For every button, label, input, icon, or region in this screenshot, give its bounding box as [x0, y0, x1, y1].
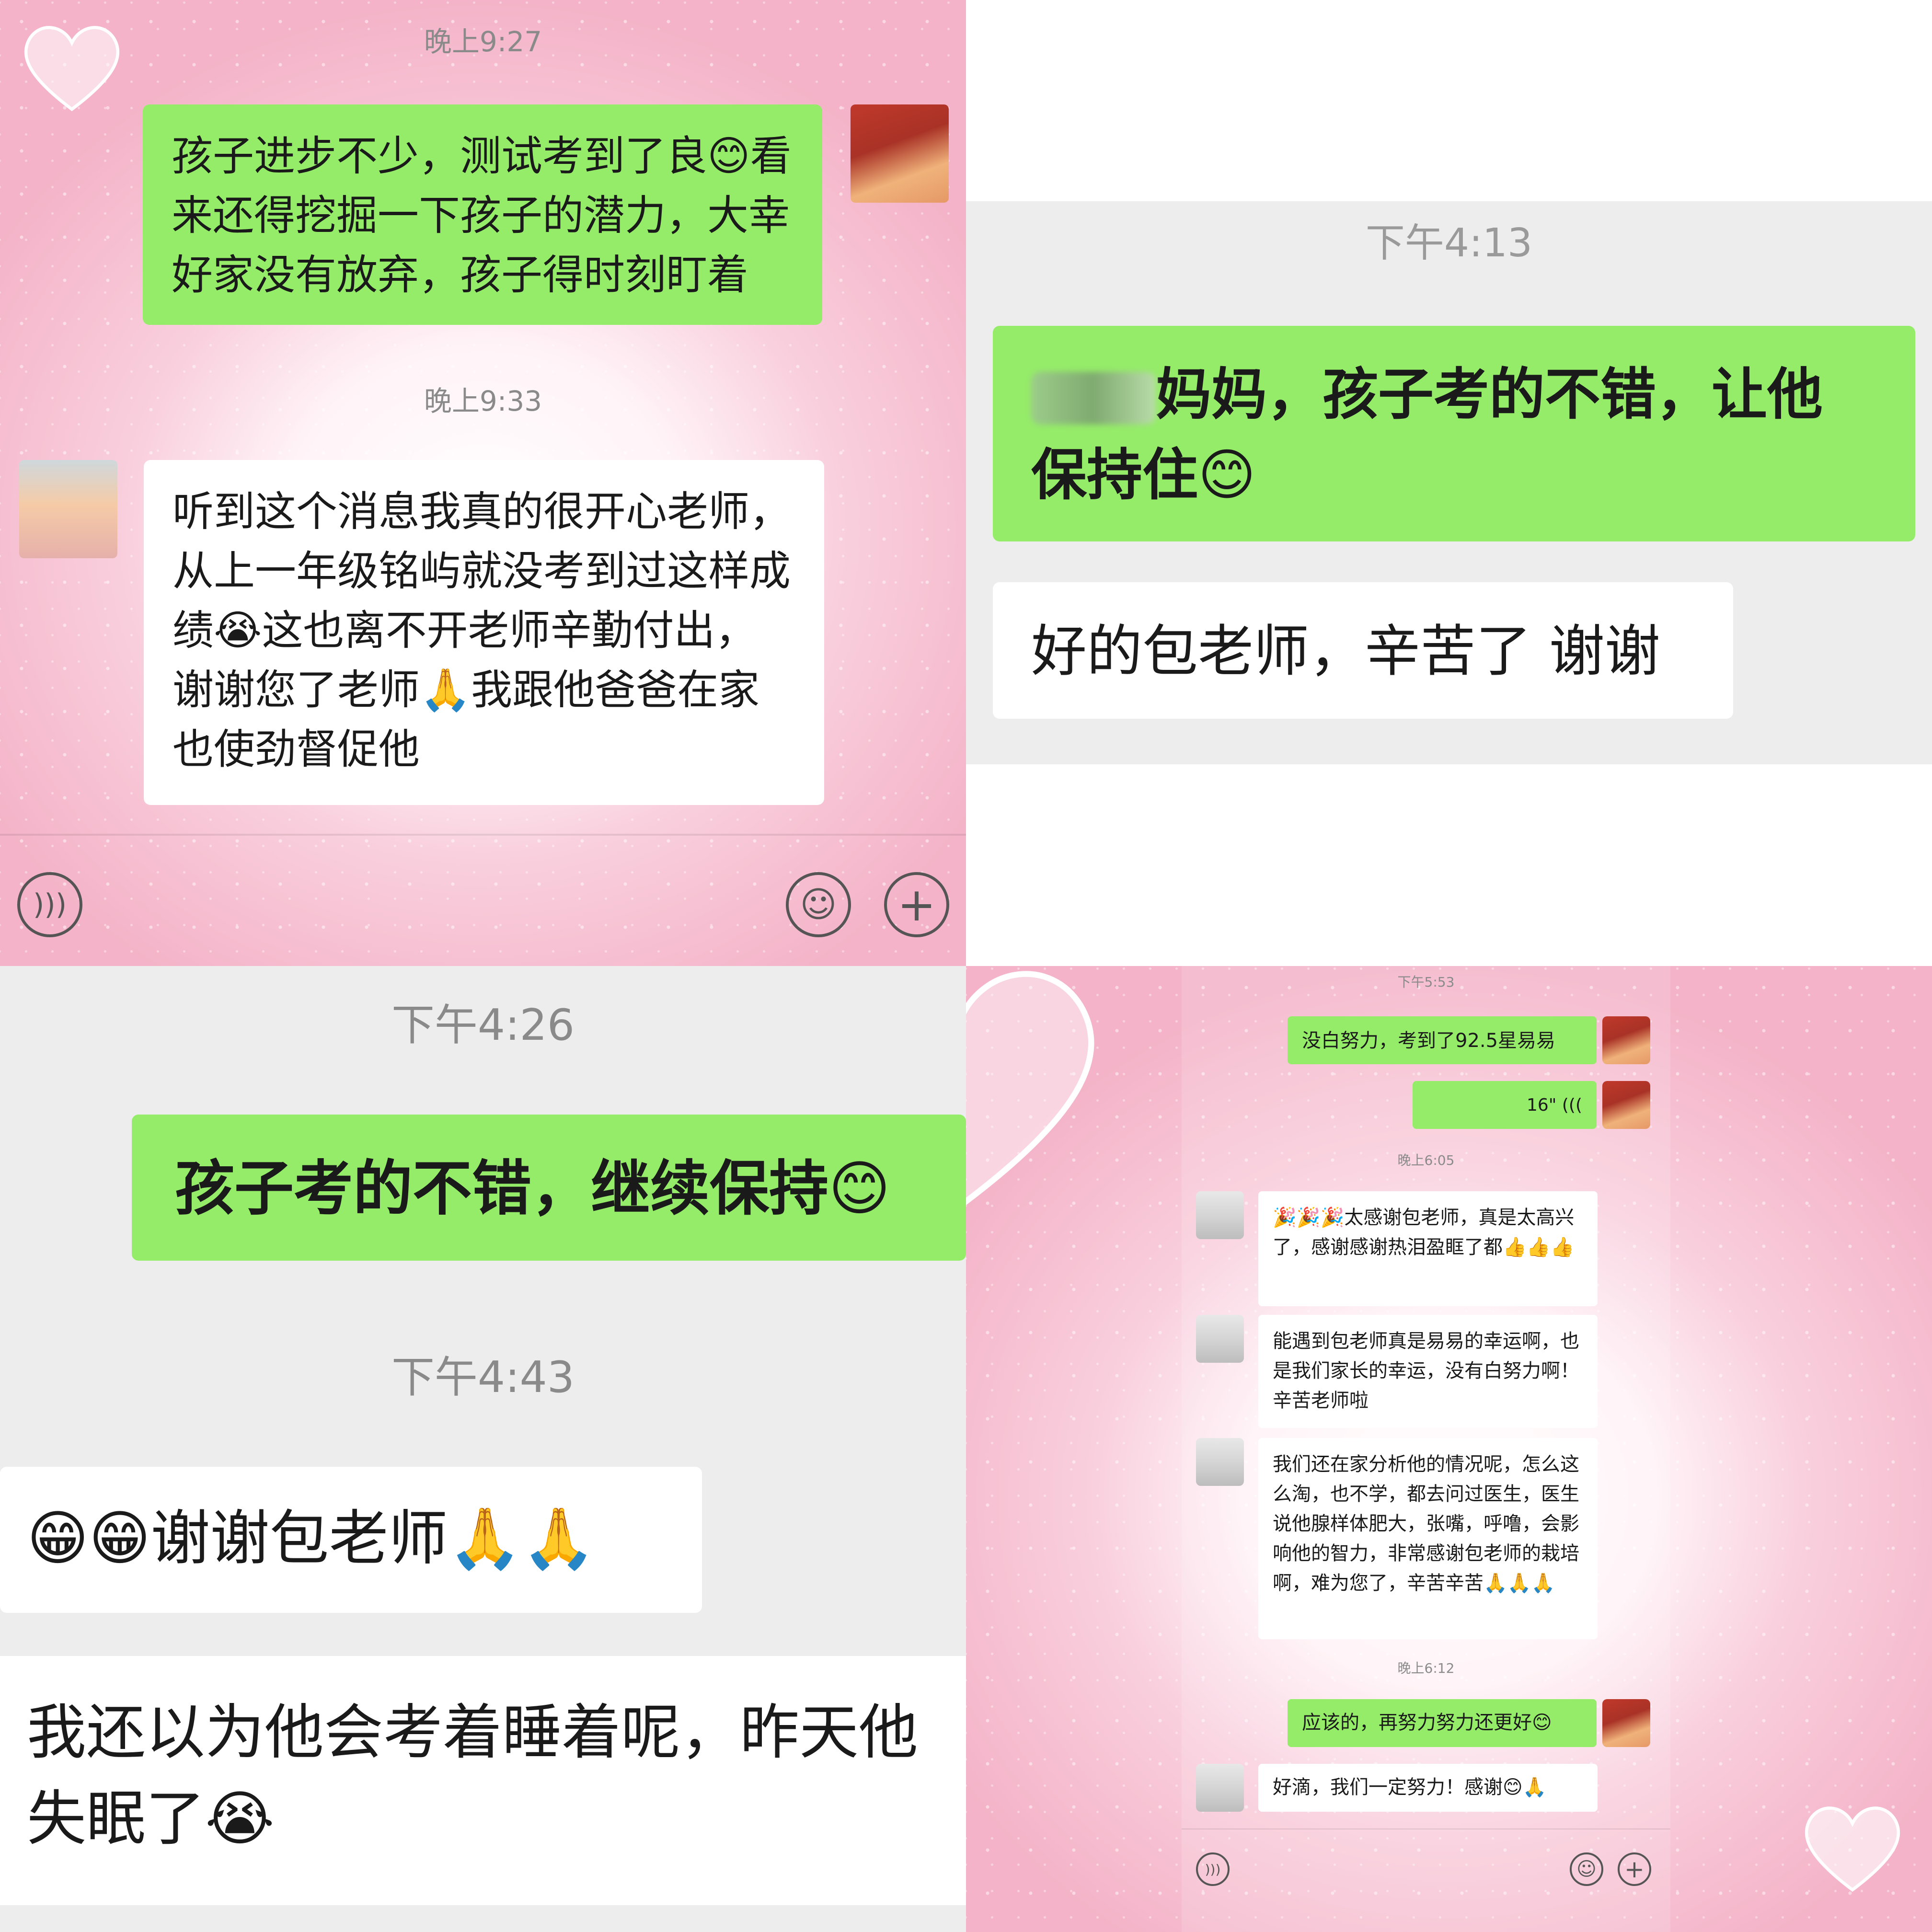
parent-message-bubble[interactable]: 🎉🎉🎉太感谢包老师，真是太高兴了，感谢感谢热泪盈眶了都👍👍👍 — [1258, 1191, 1598, 1306]
message-text: 好滴，我们一定努力！感谢😊🙏 — [1273, 1776, 1547, 1798]
plus-icon[interactable]: + — [1618, 1852, 1651, 1886]
voice-icon[interactable]: ))) — [1196, 1852, 1230, 1886]
message-text: 好的包老师，辛苦了 谢谢 — [1031, 619, 1660, 684]
teacher-message-bubble[interactable]: 应该的，再努力努力还更好😊 — [1288, 1699, 1597, 1747]
chat-panel-3: 下午4:26 孩子考的不错，继续保持😊 下午4:43 😁😁谢谢包老师🙏🙏 我还以… — [0, 966, 966, 1932]
parent-message-bubble[interactable]: 我还以为他会考着睡着呢，昨天他失眠了😭 — [0, 1656, 966, 1905]
message-text: 应该的，再努力努力还更好😊 — [1302, 1712, 1552, 1734]
message-text: 没白努力，考到了92.5星易易 — [1302, 1030, 1556, 1052]
emoji-icon[interactable]: ☺ — [786, 872, 851, 937]
parent-message-bubble[interactable]: 好的包老师，辛苦了 谢谢 — [993, 582, 1733, 719]
message-text: 听到这个消息我真的很开心老师，从上一年级铭屿就没考到过这样成绩😭这也离不开老师辛… — [172, 488, 791, 773]
parent-avatar[interactable] — [1196, 1438, 1244, 1486]
plus-icon[interactable]: + — [884, 872, 949, 937]
message-text: 😁😁谢谢包老师🙏🙏 — [27, 1504, 596, 1573]
heart-decoration-icon — [966, 971, 1094, 1206]
parent-avatar[interactable] — [1196, 1764, 1244, 1812]
parent-message-bubble[interactable]: 好滴，我们一定努力！感谢😊🙏 — [1258, 1764, 1598, 1812]
teacher-avatar[interactable] — [851, 104, 949, 203]
teacher-avatar[interactable] — [1602, 1081, 1650, 1129]
chat-panel-1: 晚上9:27 孩子进步不少，测试考到了良😊看来还得挖掘一下孩子的潜力，大幸好家没… — [0, 0, 966, 966]
voice-icon[interactable]: ))) — [17, 872, 82, 937]
timestamp: 晚上6:05 — [1397, 1152, 1455, 1168]
input-bar — [1182, 1828, 1670, 1829]
voice-wave-icon: ((( — [1562, 1095, 1582, 1115]
teacher-message-bubble[interactable]: 没白努力，考到了92.5星易易 — [1288, 1016, 1597, 1064]
voice-duration: 16" — [1527, 1095, 1557, 1115]
voice-message-bubble[interactable]: 16" ((( — [1413, 1081, 1597, 1129]
teacher-avatar[interactable] — [1602, 1699, 1650, 1747]
message-text: 孩子考的不错，继续保持😊 — [175, 1154, 891, 1223]
teacher-avatar[interactable] — [1602, 1016, 1650, 1064]
emoji-icon[interactable]: ☺ — [1570, 1852, 1603, 1886]
teacher-message-bubble[interactable]: 孩子进步不少，测试考到了良😊看来还得挖掘一下孩子的潜力，大幸好家没有放弃，孩子得… — [143, 104, 822, 325]
teacher-message-bubble[interactable]: 妈妈，孩子考的不错，让他保持住😊 — [993, 326, 1915, 541]
message-text: 我们还在家分析他的情况呢，怎么这么淘，也不学，都去问过医生，医生说他腺样体肥大，… — [1273, 1453, 1579, 1594]
teacher-message-bubble[interactable]: 孩子考的不错，继续保持😊 — [132, 1115, 966, 1261]
parent-avatar[interactable] — [19, 460, 117, 558]
timestamp: 下午5:53 — [1397, 974, 1455, 990]
timestamp: 晚上9:27 — [424, 25, 542, 58]
heart-decoration-icon — [1805, 1806, 1900, 1892]
parent-message-bubble[interactable]: 😁😁谢谢包老师🙏🙏 — [0, 1467, 702, 1613]
blurred-name — [1031, 372, 1156, 425]
parent-message-bubble[interactable]: 听到这个消息我真的很开心老师，从上一年级铭屿就没考到过这样成绩😭这也离不开老师辛… — [144, 460, 824, 805]
timestamp: 晚上9:33 — [424, 385, 542, 417]
parent-message-bubble[interactable]: 能遇到包老师真是易易的幸运啊，也是我们家长的幸运，没有白努力啊！辛苦老师啦 — [1258, 1315, 1598, 1428]
parent-avatar[interactable] — [1196, 1315, 1244, 1363]
parent-message-bubble[interactable]: 我们还在家分析他的情况呢，怎么这么淘，也不学，都去问过医生，医生说他腺样体肥大，… — [1258, 1438, 1598, 1639]
message-text: 🎉🎉🎉太感谢包老师，真是太高兴了，感谢感谢热泪盈眶了都👍👍👍 — [1273, 1207, 1575, 1258]
message-text: 孩子进步不少，测试考到了良😊看来还得挖掘一下孩子的潜力，大幸好家没有放弃，孩子得… — [172, 132, 792, 299]
parent-avatar[interactable] — [1196, 1191, 1244, 1239]
chat-panel-4: 下午5:53 没白努力，考到了92.5星易易 16" ((( 晚上6:05 🎉🎉… — [966, 966, 1932, 1932]
timestamp: 下午4:43 — [391, 1352, 575, 1403]
message-text: 能遇到包老师真是易易的幸运啊，也是我们家长的幸运，没有白努力啊！辛苦老师啦 — [1273, 1330, 1579, 1412]
chat-panel-2: 下午4:13 妈妈，孩子考的不错，让他保持住😊 好的包老师，辛苦了 谢谢 — [966, 0, 1932, 966]
timestamp: 下午4:13 — [1365, 220, 1533, 266]
timestamp: 晚上6:12 — [1397, 1660, 1455, 1676]
timestamp: 下午4:26 — [391, 1000, 575, 1050]
message-text: 我还以为他会考着睡着呢，昨天他失眠了😭 — [27, 1698, 919, 1853]
